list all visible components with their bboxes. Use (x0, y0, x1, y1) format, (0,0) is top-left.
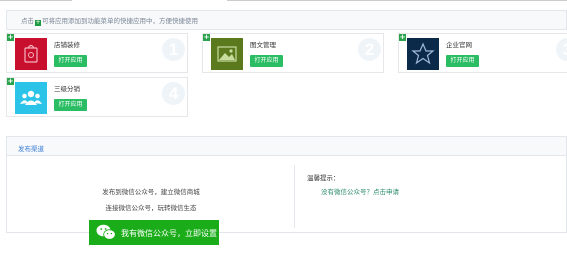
publish-left-column: 发布到微信公众号，建立微信商城 连接微信公众号，玩转微信生态 我有微信公众号，立… (7, 156, 295, 245)
panel-title: 发布渠道 (18, 145, 44, 153)
wechat-setup-button[interactable]: 我有微信公众号，立即设置 (89, 220, 219, 245)
card-number: 2 (358, 38, 381, 61)
app-card-image-text: + 图文管理 打开应用 2 (202, 33, 384, 73)
shop-decoration-icon (15, 38, 47, 70)
wechat-icon (96, 224, 116, 240)
card-number: 3 (556, 38, 567, 61)
open-app-button[interactable]: 打开应用 (446, 55, 479, 67)
hint-text: 点击+可将应用添加到功能菜单的快捷应用中，方便快捷使用 (21, 15, 198, 26)
open-app-button[interactable]: 打开应用 (250, 55, 283, 67)
hint-suffix: 可将应用添加到功能菜单的快捷应用中，方便快捷使用 (42, 17, 198, 25)
column-divider (294, 165, 295, 228)
wechat-button-label: 我有微信公众号，立即设置 (121, 229, 217, 238)
add-to-menu-icon[interactable]: + (7, 78, 14, 85)
hint-bar: 点击+可将应用添加到功能菜单的快捷应用中，方便快捷使用 (6, 10, 567, 30)
publish-channel-panel: 发布渠道 发布到微信公众号，建立微信商城 连接微信公众号，玩转微信生态 我有微信… (6, 136, 567, 245)
card-title: 店铺装修 (54, 41, 80, 49)
image-icon (211, 38, 243, 70)
panel-header: 发布渠道 (7, 137, 566, 156)
add-to-menu-icon[interactable]: + (203, 34, 210, 41)
open-app-button[interactable]: 打开应用 (54, 99, 87, 111)
app-card-shop-decoration: + 店铺装修 打开应用 1 (6, 33, 188, 73)
publish-line-1: 发布到微信公众号，建立微信商城 (102, 188, 200, 196)
publish-line-2: 连接微信公众号，玩转微信生态 (105, 204, 197, 212)
card-title: 企业官网 (446, 41, 472, 49)
card-number: 4 (162, 82, 185, 105)
star-icon (407, 38, 439, 70)
open-app-button[interactable]: 打开应用 (54, 55, 87, 67)
app-card-distribution: + 三级分销 打开应用 4 (6, 77, 188, 117)
add-to-menu-icon[interactable]: + (399, 34, 406, 41)
hint-prefix: 点击 (21, 17, 34, 25)
card-number: 1 (162, 38, 185, 61)
apply-wechat-link[interactable]: 没有微信公众号？点击申请 (321, 186, 399, 196)
users-icon (15, 82, 47, 114)
tab-strip-line (0, 0, 567, 1)
card-title: 三级分销 (54, 85, 80, 93)
card-title: 图文管理 (250, 41, 276, 49)
add-to-menu-icon[interactable]: + (7, 34, 14, 41)
app-card-corporate-site: + 企业官网 打开应用 3 (398, 33, 567, 73)
plus-icon: + (35, 19, 41, 26)
tip-title: 温馨提示： (307, 174, 340, 182)
